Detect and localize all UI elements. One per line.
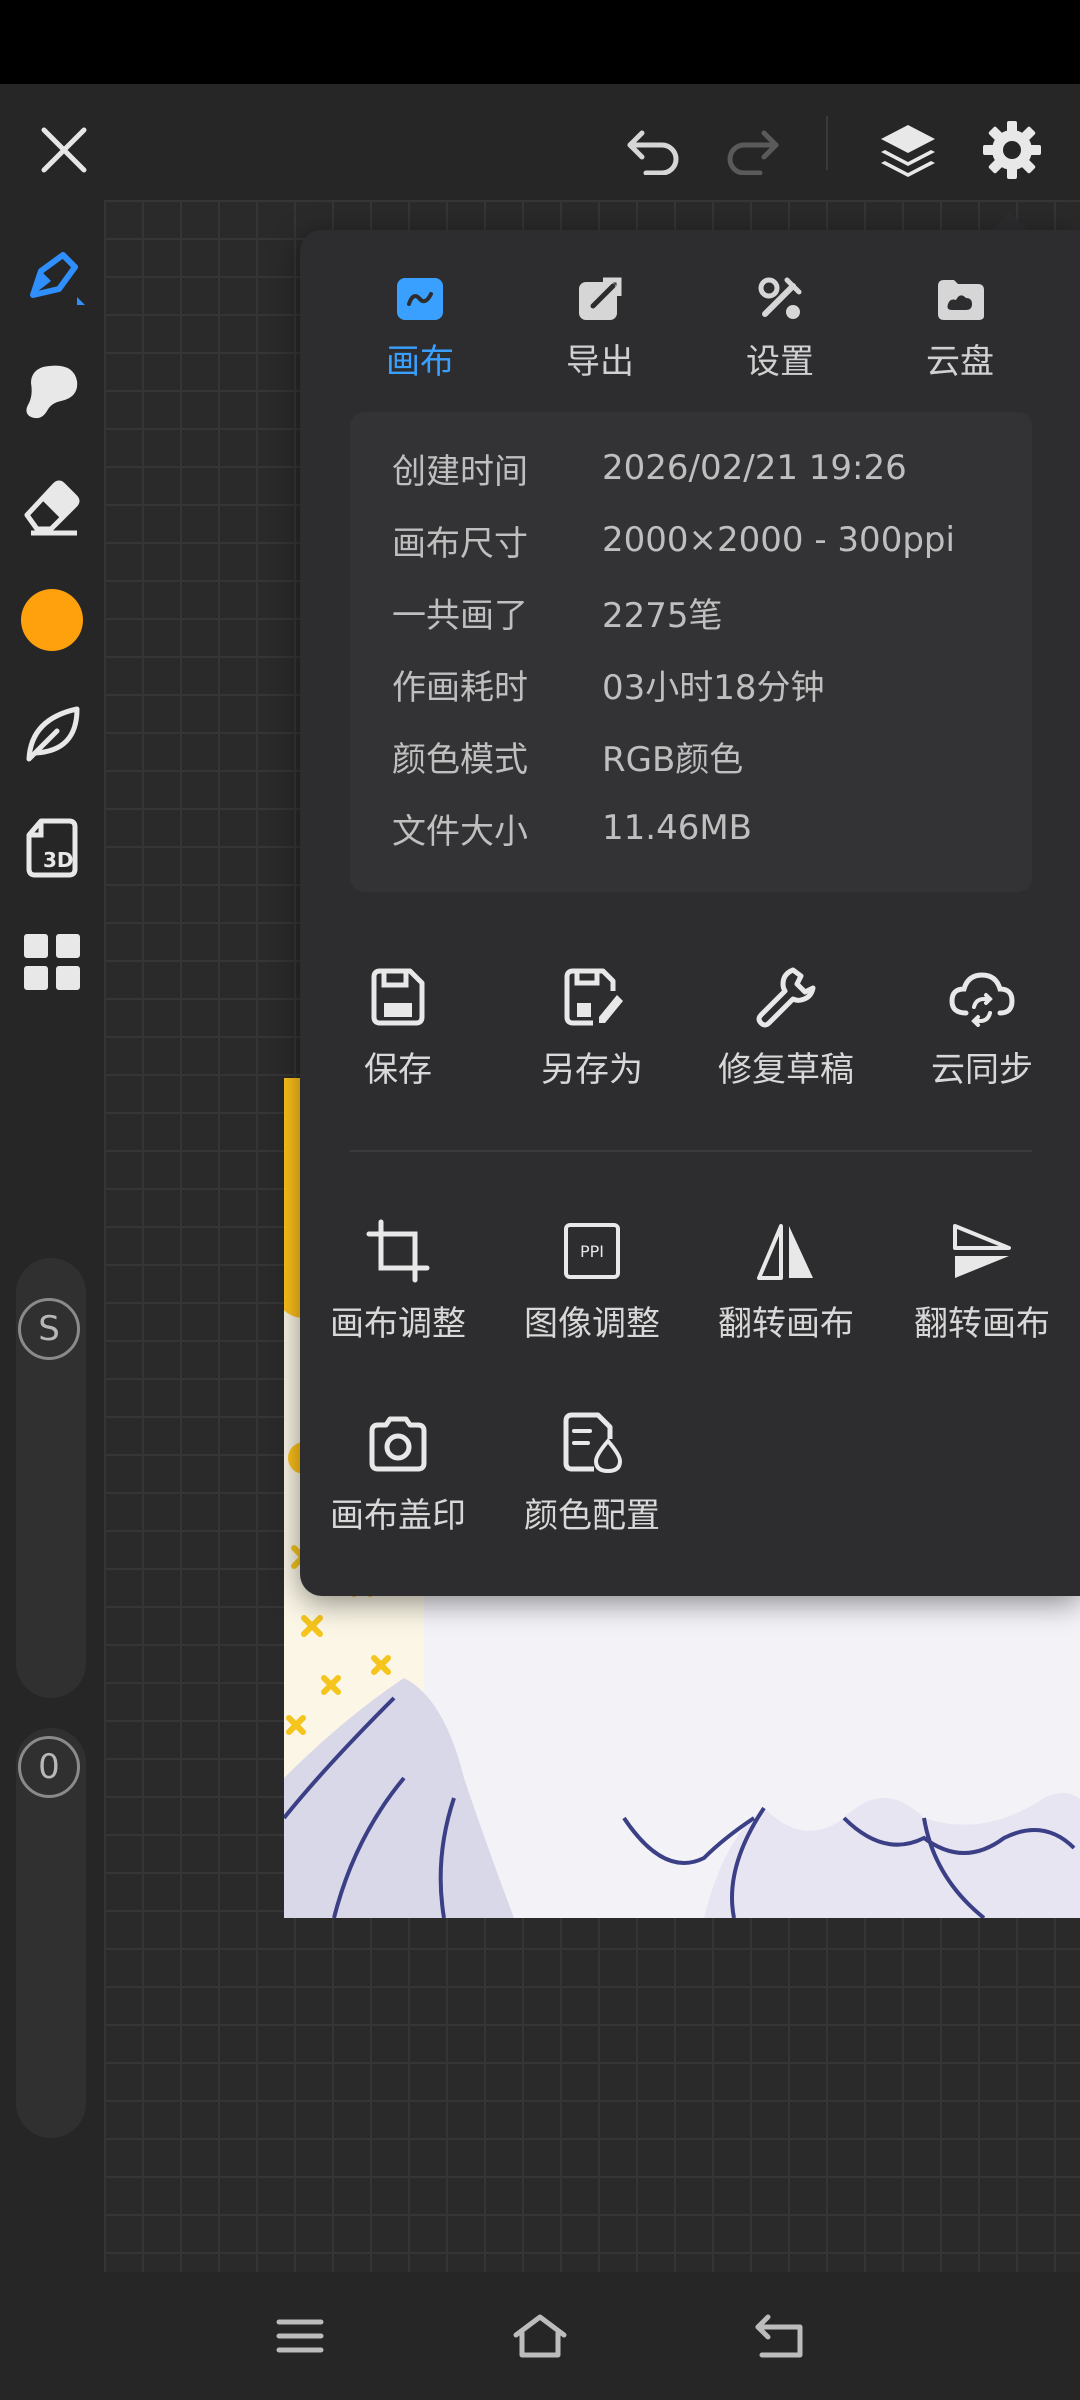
action-label: 云同步 bbox=[931, 1050, 1033, 1090]
info-value: RGB颜色 bbox=[602, 739, 744, 780]
info-value: 2275笔 bbox=[602, 595, 723, 636]
section-divider bbox=[350, 1150, 1032, 1152]
color-swatch[interactable] bbox=[12, 580, 92, 660]
info-row-strokes: 一共画了 2275笔 bbox=[392, 582, 723, 642]
size-slider-knob[interactable]: S bbox=[18, 1298, 80, 1360]
action-label: 翻转画布 bbox=[914, 1304, 1050, 1344]
top-toolbar bbox=[0, 84, 1080, 200]
canvas-tab-icon bbox=[397, 278, 443, 320]
flip-canvas-vertical-button[interactable]: 翻转画布 bbox=[884, 1206, 1080, 1356]
flip-horizontal-icon bbox=[757, 1224, 813, 1280]
tab-label: 云盘 bbox=[926, 342, 994, 382]
save-as-button[interactable]: 另存为 bbox=[494, 952, 690, 1102]
status-bar bbox=[0, 0, 1080, 84]
action-label: 保存 bbox=[364, 1050, 432, 1090]
toolbar-divider bbox=[826, 116, 828, 170]
home-icon[interactable] bbox=[500, 2296, 580, 2376]
info-key: 创建时间 bbox=[392, 451, 528, 492]
ppi-icon: PPI bbox=[564, 1223, 620, 1279]
layers-icon[interactable] bbox=[866, 108, 950, 192]
image-adjust-button[interactable]: PPI 图像调整 bbox=[494, 1206, 690, 1356]
save-button[interactable]: 保存 bbox=[300, 952, 496, 1102]
size-slider-label: S bbox=[38, 1309, 60, 1349]
info-value: 2026/02/21 19:26 bbox=[602, 448, 907, 488]
info-key: 作画耗时 bbox=[392, 667, 528, 708]
wrench-icon bbox=[756, 967, 816, 1028]
canvas-menu-panel: 画布 导出 设置 云盘 创建时间 2026/02/21 19:26 画布尺寸 2… bbox=[300, 230, 1080, 1596]
tool-sidebar: 3D S 0 bbox=[0, 200, 104, 2272]
tab-cloud-drive[interactable]: 云盘 bbox=[880, 264, 1040, 384]
save-icon bbox=[371, 968, 425, 1026]
system-nav-bar bbox=[0, 2272, 1080, 2400]
action-label: 修复草稿 bbox=[718, 1050, 854, 1090]
crop-icon bbox=[366, 1219, 430, 1283]
info-key: 文件大小 bbox=[392, 811, 528, 852]
tab-label: 画布 bbox=[386, 342, 454, 382]
undo-icon[interactable] bbox=[616, 112, 692, 188]
flip-vertical-icon bbox=[953, 1224, 1011, 1278]
tab-settings[interactable]: 设置 bbox=[700, 264, 860, 384]
export-icon bbox=[579, 277, 622, 320]
back-icon[interactable] bbox=[740, 2296, 820, 2376]
info-row-size: 画布尺寸 2000×2000 - 300ppi bbox=[392, 510, 955, 570]
action-label: 画布调整 bbox=[330, 1304, 466, 1344]
color-profile-button[interactable]: 颜色配置 bbox=[494, 1398, 690, 1548]
svg-text:3D: 3D bbox=[43, 848, 74, 872]
cloud-drive-icon bbox=[938, 280, 984, 320]
eraser-icon[interactable] bbox=[12, 466, 92, 546]
action-label: 翻转画布 bbox=[718, 1304, 854, 1344]
color-profile-icon bbox=[563, 1412, 623, 1474]
info-key: 一共画了 bbox=[392, 595, 528, 636]
smudge-tool-icon[interactable] bbox=[12, 352, 92, 432]
cloud-sync-icon bbox=[949, 972, 1015, 1027]
info-row-color-mode: 颜色模式 RGB颜色 bbox=[392, 726, 743, 786]
canvas-stamp-button[interactable]: 画布盖印 bbox=[300, 1398, 496, 1548]
info-row-created: 创建时间 2026/02/21 19:26 bbox=[392, 438, 907, 498]
tab-label: 设置 bbox=[746, 342, 814, 382]
info-key: 颜色模式 bbox=[392, 739, 528, 780]
repair-draft-button[interactable]: 修复草稿 bbox=[688, 952, 884, 1102]
action-label: 图像调整 bbox=[524, 1304, 660, 1344]
tab-label: 导出 bbox=[566, 342, 634, 382]
leaf-brush-icon[interactable] bbox=[12, 694, 92, 774]
tab-export[interactable]: 导出 bbox=[520, 264, 680, 384]
opacity-slider-knob[interactable]: 0 bbox=[18, 1736, 80, 1798]
tab-canvas[interactable]: 画布 bbox=[340, 264, 500, 384]
info-row-file-size: 文件大小 11.46MB bbox=[392, 798, 752, 858]
info-value: 03小时18分钟 bbox=[602, 667, 825, 708]
flip-canvas-horizontal-button[interactable]: 翻转画布 bbox=[688, 1206, 884, 1356]
grid-apps-icon[interactable] bbox=[12, 922, 92, 1002]
gear-icon[interactable] bbox=[970, 108, 1054, 192]
canvas-info-box: 创建时间 2026/02/21 19:26 画布尺寸 2000×2000 - 3… bbox=[350, 412, 1032, 892]
cloud-sync-button[interactable]: 云同步 bbox=[884, 952, 1080, 1102]
3d-model-icon[interactable]: 3D bbox=[12, 808, 92, 888]
info-value: 2000×2000 - 300ppi bbox=[602, 520, 955, 560]
action-label: 画布盖印 bbox=[330, 1496, 466, 1536]
info-key: 画布尺寸 bbox=[392, 523, 528, 564]
info-value: 11.46MB bbox=[602, 808, 752, 848]
redo-icon[interactable] bbox=[714, 112, 790, 188]
info-row-time: 作画耗时 03小时18分钟 bbox=[392, 654, 825, 714]
camera-stamp-icon bbox=[369, 1416, 427, 1472]
pen-tool-icon[interactable] bbox=[12, 238, 92, 318]
panel-caret bbox=[990, 212, 1030, 232]
opacity-slider-label: 0 bbox=[38, 1747, 60, 1787]
canvas-adjust-button[interactable]: 画布调整 bbox=[300, 1206, 496, 1356]
save-as-icon bbox=[564, 968, 623, 1026]
close-icon[interactable] bbox=[26, 112, 102, 188]
action-label: 颜色配置 bbox=[524, 1496, 660, 1536]
tools-icon bbox=[758, 277, 802, 319]
menu-icon[interactable] bbox=[260, 2296, 340, 2376]
action-label: 另存为 bbox=[541, 1050, 643, 1090]
ppi-icon-text: PPI bbox=[579, 1241, 604, 1261]
